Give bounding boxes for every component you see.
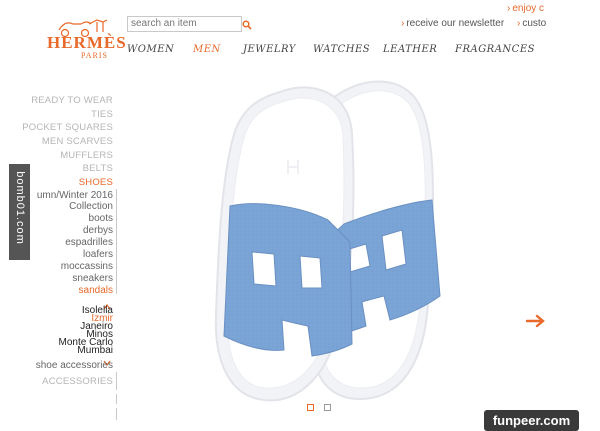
sidebar-subitem-collection[interactable]: Collection <box>69 201 113 212</box>
sidebar-subitem-season[interactable]: umn/Winter 2016 <box>37 190 113 201</box>
sidebar-subitem-sandals[interactable]: sandals <box>79 285 113 296</box>
sidebar-item-ties[interactable]: TIES <box>91 109 113 120</box>
sidebar-subitem-sneakers[interactable]: sneakers <box>72 273 113 284</box>
search-icon[interactable] <box>242 17 252 30</box>
next-arrow-icon[interactable] <box>525 314 546 328</box>
logo-wordmark: HERMÈS <box>47 33 127 52</box>
hermes-logo[interactable]: HERMÈS PARIS <box>45 14 126 60</box>
sidebar-item-men-scarves[interactable]: MEN SCARVES <box>42 136 113 147</box>
nav-women[interactable]: WOMEN <box>127 44 174 55</box>
scroll-down-icon[interactable] <box>103 353 111 366</box>
watermark-text: bomb01.com <box>14 171 26 245</box>
sidebar-subitem-moccassins[interactable]: moccassins <box>61 261 113 272</box>
enjoy-link[interactable]: › enjoy c <box>507 3 544 14</box>
sidebar-divider <box>116 394 117 404</box>
sidebar-subitem-derbys[interactable]: derbys <box>83 225 113 236</box>
sidebar-item-pocket-squares[interactable]: POCKET SQUARES <box>22 122 113 133</box>
chevron-right-icon: › <box>401 18 405 29</box>
sidebar-divider <box>116 189 117 294</box>
sidebar-divider <box>116 408 117 420</box>
sidebar-item-ready-to-wear[interactable]: READY TO WEAR <box>31 95 113 106</box>
watermark-badge: bomb01.com <box>9 164 30 260</box>
sidebar-item-belts[interactable]: BELTS <box>83 163 113 174</box>
chevron-right-icon: › <box>517 18 521 29</box>
sidebar-divider <box>116 372 117 390</box>
customer-service-link[interactable]: › custo <box>517 18 546 29</box>
funpeer-badge: funpeer.com <box>484 410 579 431</box>
image-dot[interactable] <box>324 404 331 411</box>
nav-men[interactable]: MEN <box>193 44 221 55</box>
sidebar-subitem-loafers[interactable]: loafers <box>83 249 113 260</box>
chevron-right-icon: › <box>507 3 511 14</box>
sidebar-subitem-boots[interactable]: boots <box>89 213 113 224</box>
image-dot-active[interactable] <box>307 404 314 411</box>
sidebar-item-shoes[interactable]: SHOES <box>79 177 113 188</box>
nav-jewelry[interactable]: JEWELRY <box>243 44 296 55</box>
logo-subtitle: PARIS <box>81 51 108 60</box>
newsletter-link[interactable]: › receive our newsletter <box>401 18 504 29</box>
sidebar-item-shoe-accessories[interactable]: shoe accessories <box>36 360 113 371</box>
scroll-up-icon[interactable] <box>103 297 111 310</box>
nav-watches[interactable]: WATCHES <box>313 44 370 55</box>
sidebar-item-accessories[interactable]: ACCESSORIES <box>42 376 113 387</box>
nav-leather[interactable]: LEATHER <box>383 44 437 55</box>
sidebar-subitem-espadrilles[interactable]: espadrilles <box>65 237 113 248</box>
nav-fragrances[interactable]: FRAGRANCES <box>455 44 535 55</box>
sidebar-item-mufflers[interactable]: MUFFLERS <box>60 150 113 161</box>
product-image[interactable] <box>200 74 470 404</box>
search-input[interactable] <box>127 16 242 32</box>
